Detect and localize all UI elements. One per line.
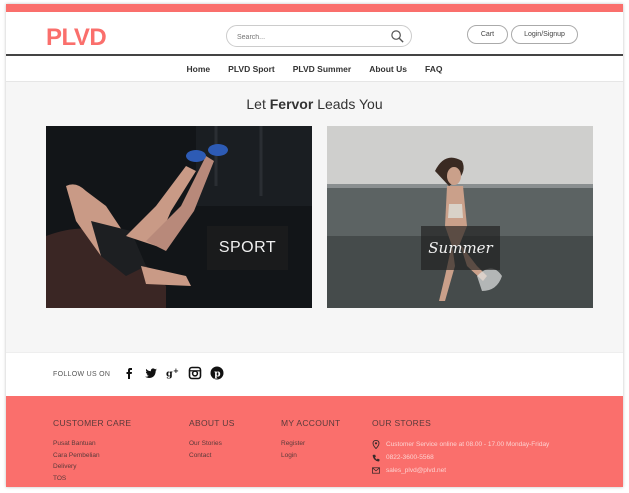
svg-text:g: g (166, 369, 173, 380)
sport-photo (46, 126, 312, 308)
store-email-row: sales_plvd@plvd.net (372, 464, 549, 477)
social-bar: FOLLOW US ON g + p (6, 352, 623, 396)
footer-customer-care: CUSTOMER CARE Pusat Bantuan Cara Pembeli… (53, 418, 131, 484)
follow-us-label: FOLLOW US ON (53, 371, 111, 378)
nav-item-about-us[interactable]: About Us (369, 64, 407, 74)
store-phone[interactable]: 0822-3600-5568 (386, 454, 434, 461)
footer-about-us: ABOUT US Our Stories Contact (189, 418, 235, 461)
store-service-row: Customer Service online at 08.00 - 17.00… (372, 438, 549, 451)
store-email[interactable]: sales_plvd@plvd.net (386, 467, 446, 474)
summer-label: Summer (421, 226, 500, 270)
pinterest-icon[interactable]: p (210, 366, 224, 380)
svg-text:p: p (214, 370, 220, 380)
sport-tile[interactable]: SPORT (46, 126, 312, 308)
tagline-pre: Let (246, 96, 270, 112)
footer-link-register[interactable]: Register (281, 438, 341, 450)
main-nav: Home PLVD Sport PLVD Summer About Us FAQ (6, 56, 623, 82)
hero-tagline: Let Fervor Leads You (6, 96, 623, 114)
summer-tile[interactable]: Summer (327, 126, 593, 308)
footer-link-delivery[interactable]: Delivery (53, 461, 131, 473)
nav-item-plvd-sport[interactable]: PLVD Sport (228, 64, 275, 74)
footer-heading-our-stores: OUR STORES (372, 418, 432, 428)
footer-link-pusat-bantuan[interactable]: Pusat Bantuan (53, 438, 131, 450)
tagline-bold: Fervor (269, 96, 314, 112)
footer-heading-about-us: ABOUT US (189, 418, 235, 428)
google-plus-icon[interactable]: g + (166, 366, 180, 380)
footer-heading-customer-care: CUSTOMER CARE (53, 418, 132, 428)
footer: CUSTOMER CARE Pusat Bantuan Cara Pembeli… (6, 396, 623, 487)
search-icon[interactable] (390, 29, 405, 44)
tagline-post: Leads You (313, 96, 383, 112)
store-service-hours: Customer Service online at 08.00 - 17.00… (386, 441, 550, 448)
footer-link-login[interactable]: Login (281, 450, 341, 462)
login-signup-button[interactable]: Login/Signup (511, 25, 578, 44)
footer-link-contact[interactable]: Contact (189, 450, 235, 462)
cart-button[interactable]: Cart (467, 25, 508, 44)
header: PLVD Cart Login/Signup (6, 12, 623, 56)
footer-link-cara-pembelian[interactable]: Cara Pembelian (53, 450, 131, 462)
store-phone-row: 0822-3600-5568 (372, 451, 549, 464)
logo[interactable]: PLVD (46, 24, 107, 52)
twitter-icon[interactable] (144, 366, 158, 380)
category-tiles: SPORT Summer (46, 126, 593, 308)
social-icons: g + p (122, 366, 224, 380)
nav-item-faq[interactable]: FAQ (425, 64, 442, 74)
search-box[interactable] (226, 25, 412, 47)
phone-icon (372, 454, 380, 461)
page-frame: PLVD Cart Login/Signup Home PLVD Sport P… (6, 4, 623, 487)
svg-text:+: + (173, 367, 179, 375)
top-accent-bar (6, 4, 623, 12)
search-input[interactable] (237, 31, 387, 43)
sport-label: SPORT (207, 226, 288, 270)
footer-link-tos[interactable]: TOS (53, 473, 131, 485)
footer-heading-my-account: MY ACCOUNT (281, 418, 341, 428)
nav-item-plvd-summer[interactable]: PLVD Summer (293, 64, 351, 74)
footer-our-stores: OUR STORES Customer Service online at 08… (372, 418, 549, 477)
facebook-icon[interactable] (122, 366, 136, 380)
footer-link-our-stories[interactable]: Our Stories (189, 438, 235, 450)
footer-my-account: MY ACCOUNT Register Login (281, 418, 341, 461)
location-pin-icon (372, 440, 380, 449)
summer-photo (327, 126, 593, 308)
nav-item-home[interactable]: Home (187, 64, 211, 74)
mail-icon (372, 467, 380, 474)
instagram-icon[interactable] (188, 366, 202, 380)
